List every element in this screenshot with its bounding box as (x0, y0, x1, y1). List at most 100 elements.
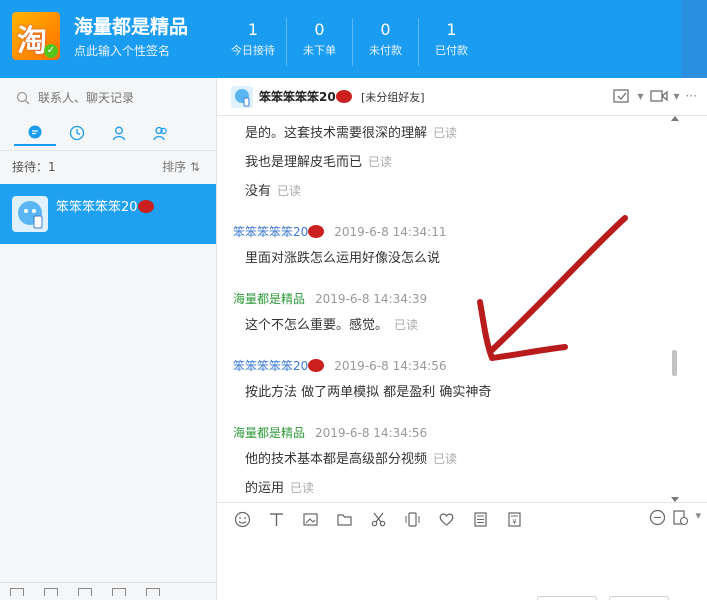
read-status: 已读 (394, 318, 419, 332)
quick-reply-icon[interactable] (649, 509, 666, 526)
message-input-area[interactable] (217, 536, 707, 600)
chevron-down-icon[interactable]: ▾ (637, 89, 643, 103)
contact-item-selected[interactable]: 笨笨笨笨笨20 (0, 184, 216, 244)
signature-field[interactable]: 点此输入个性签名 (74, 42, 170, 59)
left-bottom-toolbar (0, 582, 216, 600)
redaction-mark (308, 225, 325, 238)
chevron-down-icon[interactable]: ▾ (674, 89, 680, 103)
group-icon (153, 126, 167, 141)
message-text: 没有 已读 (245, 180, 301, 199)
send-button[interactable] (609, 596, 669, 600)
svg-text:¥: ¥ (512, 518, 517, 526)
screenshot-button[interactable] (361, 509, 395, 531)
message-scrollbar[interactable] (670, 116, 680, 502)
scroll-up-arrow-icon[interactable] (671, 116, 679, 121)
chevron-down-icon[interactable]: ▾ (695, 509, 701, 526)
message-time: 2019-6-8 14:34:11 (334, 225, 447, 239)
composer-toolbar: ¥ ▾ (217, 502, 707, 536)
font-button[interactable] (259, 509, 293, 531)
redaction-mark (335, 90, 352, 103)
chat-avatar[interactable] (231, 86, 253, 108)
shop-logo[interactable]: 淘 ✓ (12, 12, 60, 60)
search-input[interactable] (38, 91, 198, 105)
message-sender[interactable]: 笨笨笨笨笨20 (233, 225, 308, 239)
clock-icon (69, 125, 85, 141)
more-options-icon[interactable]: ··· (686, 89, 697, 103)
message-text: 里面对涨跌怎么运用好像没怎么说 (245, 247, 440, 266)
message-body: 按此方法 做了两单模拟 都是盈利 确实神奇 (245, 385, 492, 400)
message-body: 里面对涨跌怎么运用好像没怎么说 (245, 251, 441, 266)
avatar-image (18, 201, 43, 229)
bottom-tool-icon[interactable] (10, 587, 24, 596)
bottom-tool-icon[interactable] (78, 587, 92, 596)
redaction-mark (308, 359, 325, 372)
message-input[interactable] (217, 536, 707, 600)
search-bar[interactable] (16, 88, 206, 108)
chat-bubble-icon (28, 125, 42, 139)
tab-contacts[interactable] (98, 120, 140, 146)
stats-bar: 1 今日接待 0 未下单 0 未付款 1 已付款 (220, 18, 484, 66)
tab-groups[interactable] (140, 120, 182, 146)
favorite-button[interactable] (429, 509, 463, 531)
message-body: 的运用 (245, 481, 285, 496)
tab-chats[interactable] (14, 120, 56, 146)
bottom-tool-icon[interactable] (146, 587, 160, 596)
chat-header-tools: ▾ ▾ ··· (613, 88, 697, 104)
message-text: 他的技术基本都是高级部分视频 已读 (245, 448, 457, 467)
top-header: 淘 ✓ 海量都是精品 点此输入个性签名 1 今日接待 0 未下单 0 未付款 1… (0, 0, 707, 78)
folder-button[interactable] (327, 509, 361, 531)
logo-glyph: 淘 (17, 24, 47, 59)
emoji-button[interactable] (225, 509, 259, 531)
person-icon (112, 126, 126, 141)
message-text: 按此方法 做了两单模拟 都是盈利 确实神奇 (245, 381, 491, 400)
message-text: 是的。这套技术需要很深的理解 已读 (245, 122, 457, 141)
message-time: 2019-6-8 14:34:39 (315, 292, 428, 306)
chat-contact-name: 笨笨笨笨笨20 (259, 88, 352, 105)
stat-paid[interactable]: 1 已付款 (418, 18, 484, 66)
read-status: 已读 (433, 452, 458, 466)
avatar (12, 196, 48, 232)
stat-value: 1 (247, 20, 259, 39)
contact-tabs (14, 120, 182, 146)
stat-label: 未付款 (369, 44, 402, 57)
read-status: 已读 (368, 155, 393, 169)
video-call-icon[interactable] (649, 88, 668, 104)
tab-recent[interactable] (56, 120, 98, 146)
shake-button[interactable] (395, 509, 429, 531)
scroll-thumb[interactable] (672, 350, 677, 376)
image-button[interactable] (293, 509, 327, 531)
shop-name: 海量都是精品 (74, 16, 189, 38)
message-body: 我也是理解皮毛而已 (245, 155, 363, 170)
message-text: 的运用 已读 (245, 477, 314, 496)
chat-group-label: [未分组好友] (361, 91, 425, 104)
close-button[interactable] (537, 596, 597, 600)
image-icon (302, 513, 318, 526)
redaction-mark (137, 200, 154, 213)
message-list: 是的。这套技术需要很深的理解 已读 我也是理解皮毛而已 已读 没有 已读 笨笨笨笨笨2… (217, 116, 680, 502)
message-header: 海量都是精品 2019-6-8 14:34:56 (233, 424, 427, 441)
stat-label: 今日接待 (231, 44, 275, 57)
history-icon[interactable] (672, 509, 689, 526)
message-sender[interactable]: 笨笨笨笨笨20 (233, 359, 308, 373)
calculator-icon (473, 512, 487, 527)
read-status: 已读 (433, 126, 458, 140)
bottom-tool-icon[interactable] (44, 587, 58, 596)
search-icon (16, 91, 30, 105)
stat-today-received[interactable]: 1 今日接待 (220, 18, 286, 66)
message-header: 笨笨笨笨笨20 2019-6-8 14:34:11 (233, 223, 446, 240)
message-sender[interactable]: 海量都是精品 (233, 426, 305, 440)
divider (0, 150, 216, 151)
stat-not-ordered[interactable]: 0 未下单 (286, 18, 352, 66)
sort-button[interactable]: 排序 ⇅ (162, 158, 200, 175)
stat-value: 0 (380, 20, 391, 39)
read-status: 已读 (277, 184, 302, 198)
contact-panel: 接待：1 排序 ⇅ 笨笨笨笨笨20 (0, 78, 217, 600)
message-sender[interactable]: 海量都是精品 (233, 292, 305, 306)
header-edge (681, 0, 707, 78)
order-check-icon[interactable] (613, 88, 631, 104)
bottom-tool-icon[interactable] (112, 587, 126, 596)
stat-unpaid[interactable]: 0 未付款 (352, 18, 418, 66)
emoji-icon (234, 511, 250, 528)
coupon-button[interactable]: ¥ (497, 509, 531, 531)
calculator-button[interactable] (463, 509, 497, 531)
